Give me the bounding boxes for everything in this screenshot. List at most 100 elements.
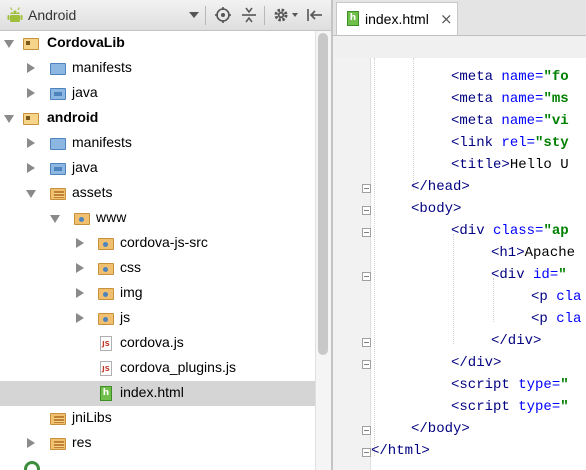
chevron-right-icon[interactable] xyxy=(27,63,35,73)
tree-item-partial[interactable] xyxy=(0,456,315,470)
tree-item-java[interactable]: java xyxy=(0,81,315,106)
code-line[interactable]: <p cla xyxy=(531,286,581,308)
fold-marker[interactable] xyxy=(362,448,371,457)
gear-icon xyxy=(274,8,288,22)
chevron-down-icon[interactable] xyxy=(50,215,60,223)
code-line[interactable]: <link rel="sty xyxy=(451,132,569,154)
code-tag: <title> xyxy=(451,157,510,173)
code-line[interactable]: <p cla xyxy=(531,308,581,330)
fold-marker[interactable] xyxy=(362,228,371,237)
code-line[interactable]: </head> xyxy=(411,176,470,198)
tree-item-manifests[interactable]: manifests xyxy=(0,56,315,81)
chevron-down-icon[interactable] xyxy=(4,115,14,123)
tree-item-label: res xyxy=(72,434,92,450)
chevron-down-icon xyxy=(292,13,298,17)
chevron-right-icon[interactable] xyxy=(27,438,35,448)
chevron-right-icon[interactable] xyxy=(27,138,35,148)
code-tag: <p xyxy=(531,311,557,327)
code-attr: rel= xyxy=(501,135,536,151)
close-icon[interactable]: × xyxy=(440,10,453,28)
resource-folder-icon xyxy=(49,186,67,201)
tree-item-java[interactable]: java xyxy=(0,156,315,181)
tree-item-assets[interactable]: assets xyxy=(0,181,315,206)
code-val: " xyxy=(560,399,569,415)
html-file-icon: h xyxy=(97,386,115,401)
code-tag: <h1> xyxy=(491,245,525,261)
tab-index-html[interactable]: h index.html × xyxy=(336,2,458,35)
tree-item-label: cordova-js-src xyxy=(120,234,208,250)
fold-marker[interactable] xyxy=(362,184,371,193)
code-line[interactable]: <title>Hello U xyxy=(451,154,569,176)
tree-item-js[interactable]: js xyxy=(0,306,315,331)
package-folder-icon xyxy=(73,211,91,226)
collapse-all-icon xyxy=(242,7,256,23)
chevron-right-icon[interactable] xyxy=(27,163,35,173)
code-attr: name= xyxy=(501,113,544,129)
editor-gutter xyxy=(333,58,371,470)
chevron-right-icon[interactable] xyxy=(76,263,84,273)
tree-item-manifests[interactable]: manifests xyxy=(0,131,315,156)
scrollbar-thumb[interactable] xyxy=(318,33,328,355)
fold-marker[interactable] xyxy=(362,338,371,347)
breadcrumb-strip xyxy=(333,36,586,58)
code-tag: <div xyxy=(451,223,494,239)
collapse-all-button[interactable] xyxy=(240,0,258,30)
code-val: " xyxy=(558,267,567,283)
code-line[interactable]: </div> xyxy=(451,352,501,374)
tree-item-css[interactable]: css xyxy=(0,256,315,281)
tree-item-android[interactable]: android xyxy=(0,106,315,131)
code-line[interactable]: <script type=" xyxy=(451,396,569,418)
tree-item-cordova-js-src[interactable]: cordova-js-src xyxy=(0,231,315,256)
js-file-icon: JS xyxy=(97,336,115,351)
fold-marker[interactable] xyxy=(362,360,371,369)
code-attr: cla xyxy=(556,311,582,327)
code-tag: </html> xyxy=(371,443,430,459)
tree-item-jnilibs[interactable]: jniLibs xyxy=(0,406,315,431)
view-selector[interactable]: Android xyxy=(6,0,76,30)
fold-marker[interactable] xyxy=(362,426,371,435)
chevron-right-icon[interactable] xyxy=(76,313,84,323)
chevron-right-icon[interactable] xyxy=(27,88,35,98)
code-tag: <meta xyxy=(451,91,502,107)
code-line[interactable]: <script type=" xyxy=(451,374,569,396)
code-line[interactable]: <div class="ap xyxy=(451,220,569,242)
chevron-right-icon[interactable] xyxy=(76,238,84,248)
code-line[interactable]: <div id=" xyxy=(491,264,567,286)
project-tree: CordovaLib manifests java android manife… xyxy=(0,31,315,470)
scroll-from-source-button[interactable] xyxy=(214,0,232,30)
tree-item-cordova-plugins-js[interactable]: JS cordova_plugins.js xyxy=(0,356,315,381)
code-area[interactable]: <meta name="fo <meta name="ms <meta name="… xyxy=(371,58,586,470)
view-dropdown-button[interactable] xyxy=(189,0,199,30)
tree-item-cordova-js[interactable]: JS cordova.js xyxy=(0,331,315,356)
chevron-down-icon[interactable] xyxy=(4,40,14,48)
tree-item-index-html[interactable]: h index.html xyxy=(0,381,315,406)
chevron-down-icon[interactable] xyxy=(26,190,36,198)
code-line[interactable]: <meta name="ms xyxy=(451,88,569,110)
chevron-down-icon xyxy=(189,12,199,18)
tree-item-img[interactable]: img xyxy=(0,281,315,306)
js-file-icon: JS xyxy=(97,361,115,376)
fold-marker[interactable] xyxy=(362,272,371,281)
code-tag: <div xyxy=(491,267,534,283)
tree-scrollbar[interactable] xyxy=(315,31,331,470)
code-line[interactable]: </html> xyxy=(371,440,430,462)
code-line[interactable]: </div> xyxy=(491,330,541,352)
hide-panel-button[interactable] xyxy=(306,0,324,30)
tree-item-www[interactable]: www xyxy=(0,206,315,231)
tree-item-label: java xyxy=(72,84,98,100)
fold-marker[interactable] xyxy=(362,206,371,215)
settings-button[interactable] xyxy=(272,0,298,30)
tree-item-res[interactable]: res xyxy=(0,431,315,456)
code-line[interactable]: <meta name="vi xyxy=(451,110,569,132)
code-val: "fo xyxy=(543,69,569,85)
code-line[interactable]: </body> xyxy=(411,418,470,440)
code-line[interactable]: <meta name="fo xyxy=(451,66,569,88)
tree-item-label: CordovaLib xyxy=(47,34,125,50)
code-line[interactable]: <body> xyxy=(411,198,461,220)
view-name: Android xyxy=(28,7,77,23)
tree-item-cordovalib[interactable]: CordovaLib xyxy=(0,31,315,56)
code-line[interactable]: <h1>Apache xyxy=(491,242,575,264)
chevron-right-icon[interactable] xyxy=(76,288,84,298)
tree-item-label: jniLibs xyxy=(72,409,112,425)
project-toolbar: Android xyxy=(0,0,331,31)
